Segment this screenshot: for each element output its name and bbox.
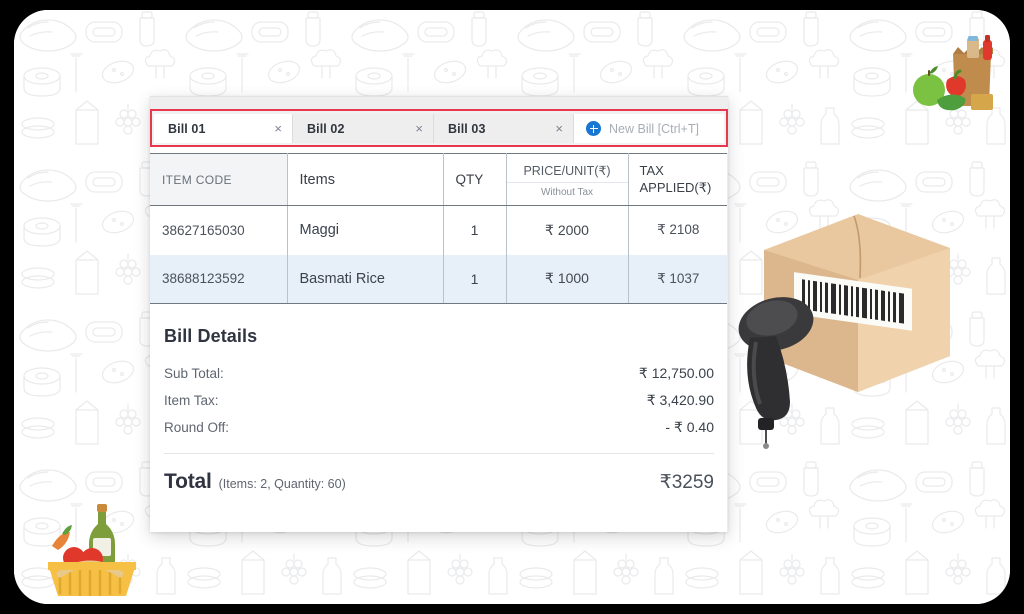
total-label: Total — [164, 470, 212, 493]
table-row[interactable]: 38688123592 Basmati Rice 1 ₹ 1000 ₹ 1037 — [150, 254, 728, 304]
cell-price[interactable]: ₹ 1000 — [506, 254, 629, 304]
tab-bill-01[interactable]: Bill 01 × — [154, 114, 293, 143]
column-header-tax-applied[interactable]: TAX APPLIED(₹) — [628, 153, 728, 206]
plus-circle-icon — [586, 121, 601, 136]
table-row[interactable]: 38627165030 Maggi 1 ₹ 2000 ₹ 2108 — [150, 205, 728, 255]
items-table-container: ITEM CODE Items QTY PRICE/UNIT(₹) Withou… — [150, 153, 728, 304]
tab-label: Bill 02 — [307, 121, 345, 136]
bill-line-sub-total: Sub Total: ₹ 12,750.00 — [164, 360, 714, 387]
grocery-bag-illustration — [907, 28, 1010, 118]
cell-item-code: 38627165030 — [150, 205, 288, 255]
close-icon[interactable]: × — [555, 122, 563, 135]
column-header-item-code[interactable]: ITEM CODE — [150, 153, 288, 206]
new-bill-label: New Bill [Ctrl+T] — [609, 121, 699, 136]
new-bill-button[interactable]: New Bill [Ctrl+T] — [574, 114, 724, 143]
round-off-value: - ₹ 0.40 — [665, 419, 714, 435]
cell-tax: ₹ 1037 — [628, 254, 728, 304]
total-left-group: Total (Items: 2, Quantity: 60) — [164, 470, 346, 494]
panel-right-edge — [727, 153, 728, 532]
cell-tax: ₹ 2108 — [628, 205, 728, 255]
column-header-items[interactable]: Items — [287, 153, 444, 206]
items-table-head: ITEM CODE Items QTY PRICE/UNIT(₹) Withou… — [150, 153, 728, 206]
picnic-basket-illustration — [40, 502, 144, 600]
sub-total-label: Sub Total: — [164, 366, 224, 381]
total-value: ₹3259 — [659, 472, 714, 493]
total-meta-label: (Items: 2, Quantity: 60) — [218, 477, 346, 491]
cell-qty[interactable]: 1 — [443, 254, 507, 304]
tab-label: Bill 01 — [168, 121, 206, 136]
item-tax-value: ₹ 3,420.90 — [646, 392, 714, 408]
bill-details-title: Bill Details — [164, 326, 258, 346]
bill-line-item-tax: Item Tax: ₹ 3,420.90 — [164, 387, 714, 414]
price-unit-main-label: PRICE/UNIT(₹) — [506, 158, 628, 183]
panel-top-strip — [150, 96, 728, 109]
close-icon[interactable]: × — [415, 122, 423, 135]
items-table-body: 38627165030 Maggi 1 ₹ 2000 ₹ 2108 386881… — [150, 205, 728, 304]
billing-panel: Bill 01 × Bill 02 × Bill 03 × New Bill [… — [150, 96, 728, 532]
price-unit-sub-label: Without Tax — [540, 187, 594, 198]
column-header-price-unit[interactable]: PRICE/UNIT(₹) Without Tax — [506, 153, 629, 206]
items-table: ITEM CODE Items QTY PRICE/UNIT(₹) Withou… — [150, 153, 728, 304]
round-off-label: Round Off: — [164, 420, 230, 435]
cell-item-name: Maggi — [287, 205, 444, 255]
screenshot-root: Bill 01 × Bill 02 × Bill 03 × New Bill [… — [0, 0, 1024, 614]
tab-label: Bill 03 — [448, 121, 486, 136]
sub-total-value: ₹ 12,750.00 — [638, 365, 714, 381]
bill-line-round-off: Round Off: - ₹ 0.40 — [164, 414, 714, 441]
item-tax-label: Item Tax: — [164, 393, 219, 408]
column-header-qty[interactable]: QTY — [443, 153, 507, 206]
bill-tab-bar: Bill 01 × Bill 02 × Bill 03 × New Bill [… — [150, 109, 728, 147]
table-header-row: ITEM CODE Items QTY PRICE/UNIT(₹) Withou… — [150, 153, 728, 206]
close-icon[interactable]: × — [274, 122, 282, 135]
bill-details-section: Bill Details Sub Total: ₹ 12,750.00 Item… — [150, 309, 728, 494]
barcode-scanner-box-illustration — [736, 206, 954, 456]
cell-qty[interactable]: 1 — [443, 205, 507, 255]
tab-bill-02[interactable]: Bill 02 × — [293, 114, 434, 143]
page-canvas: Bill 01 × Bill 02 × Bill 03 × New Bill [… — [14, 10, 1010, 604]
cell-item-name: Basmati Rice — [287, 254, 444, 304]
cell-item-code: 38688123592 — [150, 254, 288, 304]
tab-bill-03[interactable]: Bill 03 × — [434, 114, 574, 143]
bill-total-row: Total (Items: 2, Quantity: 60) ₹3259 — [164, 454, 714, 494]
cell-price[interactable]: ₹ 2000 — [506, 205, 629, 255]
